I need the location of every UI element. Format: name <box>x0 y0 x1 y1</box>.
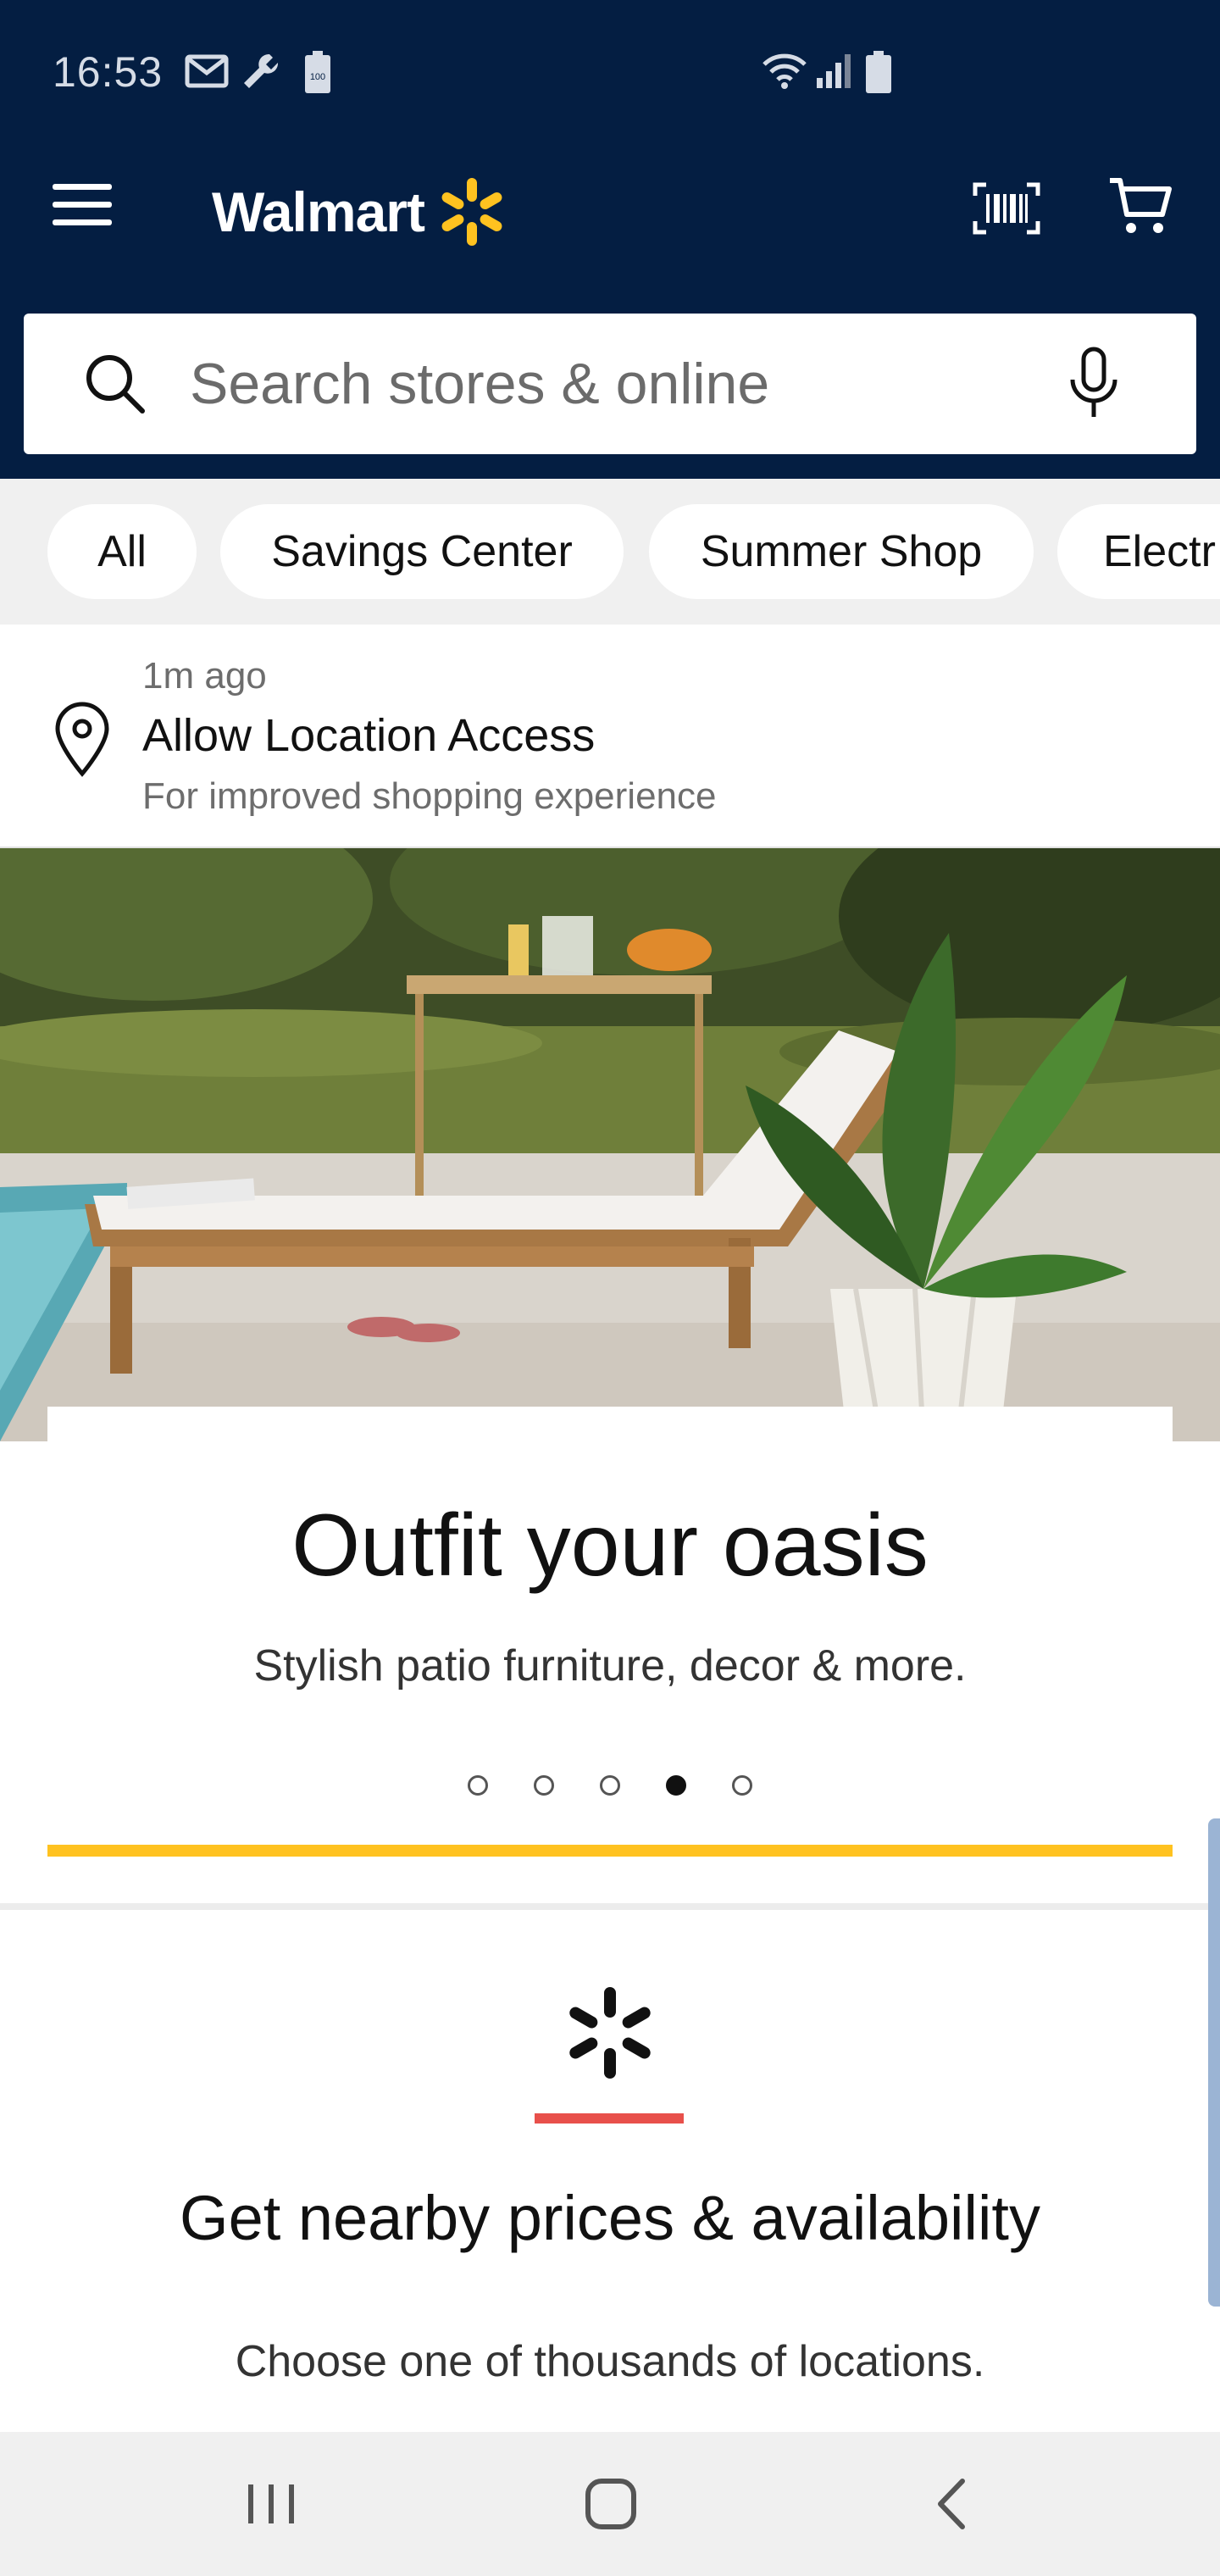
notice-title: Allow Location Access <box>142 710 596 761</box>
nearby-subtitle: Choose one of thousands of locations. <box>235 2337 985 2386</box>
location-notice[interactable]: 1m ago Allow Location Access For improve… <box>0 625 1220 848</box>
chip-savings-center[interactable]: Savings Center <box>220 504 624 599</box>
walmart-logo[interactable]: Walmart <box>212 174 507 250</box>
wifi-icon <box>762 53 807 89</box>
chip-electronics[interactable]: Electr <box>1057 504 1220 599</box>
hamburger-icon[interactable] <box>53 184 112 231</box>
search-input[interactable] <box>190 350 1020 418</box>
cart-icon[interactable] <box>1108 174 1173 238</box>
spark-icon <box>441 178 502 246</box>
hero-image[interactable] <box>0 848 1220 1441</box>
search-section <box>0 309 1220 479</box>
notice-subtitle: For improved shopping experience <box>142 775 717 817</box>
status-bar: 16:53 100 <box>0 0 1220 148</box>
back-icon[interactable] <box>913 2466 990 2542</box>
hero-accent-bar <box>47 1845 1173 1857</box>
patio-scene-image <box>0 848 1220 1441</box>
walmart-spark-icon <box>569 1987 651 2079</box>
search-bar[interactable] <box>24 314 1196 454</box>
status-time: 16:53 <box>53 48 164 96</box>
microphone-icon[interactable] <box>1064 346 1123 422</box>
app-header: Walmart <box>0 148 1220 309</box>
home-icon[interactable] <box>573 2466 649 2542</box>
chip-summer-shop[interactable]: Summer Shop <box>649 504 1034 599</box>
logo-text: Walmart <box>212 180 425 243</box>
chip-all[interactable]: All <box>47 504 197 599</box>
carousel-dot[interactable] <box>732 1775 752 1796</box>
hero-subtitle: Stylish patio furniture, decor & more. <box>253 1641 967 1690</box>
recent-apps-icon[interactable] <box>233 2466 309 2542</box>
carousel-dot[interactable] <box>600 1775 620 1796</box>
carousel-dots <box>0 1775 1220 1801</box>
barcode-scanner-icon[interactable] <box>973 182 1040 235</box>
carousel-dot[interactable] <box>534 1775 554 1796</box>
location-pin-icon <box>55 702 109 777</box>
battery-100-icon: 100 <box>305 51 330 93</box>
hero-title: Outfit your oasis <box>291 1496 929 1595</box>
search-icon <box>86 355 145 414</box>
wrench-icon <box>244 53 279 88</box>
carousel-dot[interactable] <box>468 1775 488 1796</box>
battery-icon <box>866 51 891 93</box>
nearby-title: Get nearby prices & availability <box>180 2183 1040 2253</box>
nearby-accent-bar <box>535 2113 684 2124</box>
notice-time: 1m ago <box>142 655 267 697</box>
svg-text:100: 100 <box>310 72 325 82</box>
gmail-icon <box>185 54 229 88</box>
category-chips: All Savings Center Summer Shop Electr <box>0 479 1220 625</box>
system-nav-bar <box>0 2432 1220 2576</box>
signal-icon <box>817 54 851 88</box>
carousel-dot-active[interactable] <box>666 1775 686 1796</box>
section-divider <box>0 1903 1220 1910</box>
